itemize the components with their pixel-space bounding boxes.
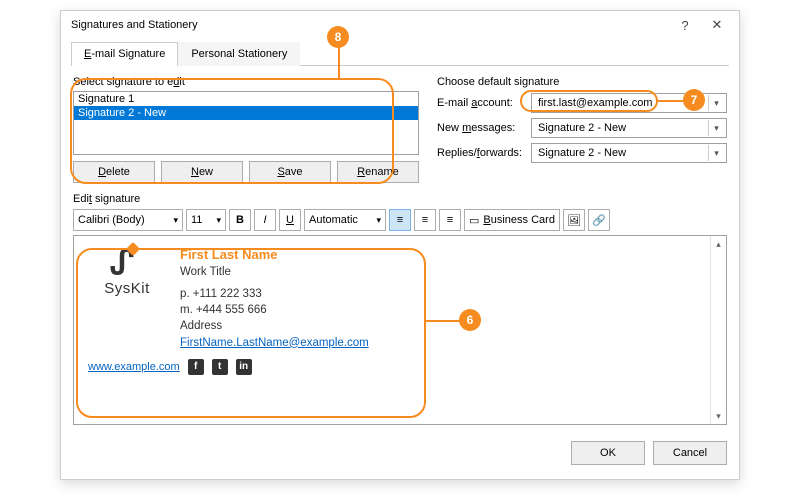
- replies-forwards-dropdown[interactable]: Signature 2 - New ▾: [531, 143, 727, 163]
- underline-button[interactable]: U: [279, 209, 301, 231]
- font-color-dropdown[interactable]: Automatic▾: [304, 209, 386, 231]
- edit-signature-label: Edit signature: [73, 193, 727, 205]
- sig-phone: p. +111 222 333: [180, 286, 369, 302]
- signature-listbox[interactable]: Signature 1 Signature 2 - New: [73, 91, 419, 155]
- chevron-down-icon: ▾: [376, 215, 381, 226]
- replies-forwards-value: Signature 2 - New: [538, 147, 626, 159]
- cancel-button[interactable]: Cancel: [653, 441, 727, 465]
- replies-forwards-label: Replies/forwards:: [437, 147, 525, 159]
- new-messages-value: Signature 2 - New: [538, 122, 626, 134]
- signature-editor[interactable]: ᔑ SysKit First Last Name Work Title p. +…: [73, 235, 727, 425]
- email-account-dropdown[interactable]: first.last@example.com ▾: [531, 93, 727, 113]
- sig-mobile: m. +444 555 666: [180, 302, 369, 318]
- signatures-dialog: Signatures and Stationery ? ✕ E-mail Sig…: [60, 10, 740, 480]
- select-signature-label: Select signature to edit: [73, 76, 419, 88]
- sig-email: FirstName.LastName@example.com: [180, 335, 369, 351]
- signature-list-item[interactable]: Signature 1: [74, 92, 418, 106]
- scroll-down-icon[interactable]: ▾: [711, 408, 726, 424]
- titlebar: Signatures and Stationery ? ✕: [61, 11, 739, 39]
- rename-button[interactable]: Rename: [337, 161, 419, 183]
- italic-button[interactable]: I: [254, 209, 276, 231]
- editor-toolbar: Calibri (Body)▾ 11▾ B I U Automatic▾ ≡ ≡…: [73, 209, 727, 231]
- facebook-icon[interactable]: f: [188, 359, 204, 375]
- dialog-footer: OK Cancel: [61, 435, 739, 471]
- insert-link-button[interactable]: 🔗: [588, 209, 610, 231]
- sig-web[interactable]: www.example.com: [88, 361, 180, 373]
- new-button[interactable]: New: [161, 161, 243, 183]
- font-size-dropdown[interactable]: 11▾: [186, 209, 226, 231]
- signature-text: First Last Name Work Title p. +111 222 3…: [180, 246, 369, 351]
- tab-email-signature[interactable]: E-mail Signature: [71, 42, 178, 66]
- new-messages-label: New messages:: [437, 122, 525, 134]
- chevron-down-icon: ▾: [708, 95, 724, 111]
- chevron-down-icon: ▾: [708, 120, 724, 136]
- close-icon[interactable]: ✕: [701, 17, 733, 33]
- dialog-title: Signatures and Stationery: [71, 19, 669, 31]
- brand-logo: ᔑ SysKit: [88, 246, 166, 351]
- save-button[interactable]: Save: [249, 161, 331, 183]
- tab-personal-stationery[interactable]: Personal Stationery: [178, 42, 300, 66]
- chevron-down-icon: ▾: [173, 215, 178, 226]
- sig-title: Work Title: [180, 264, 369, 280]
- bold-button[interactable]: B: [229, 209, 251, 231]
- twitter-icon[interactable]: t: [212, 359, 228, 375]
- align-right-button[interactable]: ≡: [439, 209, 461, 231]
- signature-links: www.example.com f t in: [88, 359, 712, 375]
- new-messages-dropdown[interactable]: Signature 2 - New ▾: [531, 118, 727, 138]
- signature-list-item[interactable]: Signature 2 - New: [74, 106, 418, 120]
- sig-address: Address: [180, 318, 369, 334]
- email-account-label: E-mail account:: [437, 97, 525, 109]
- chevron-down-icon: ▾: [708, 145, 724, 161]
- ok-button[interactable]: OK: [571, 441, 645, 465]
- align-center-button[interactable]: ≡: [414, 209, 436, 231]
- chevron-down-icon: ▾: [216, 215, 221, 226]
- signature-preview: ᔑ SysKit First Last Name Work Title p. +…: [88, 246, 712, 351]
- help-icon[interactable]: ?: [669, 18, 701, 33]
- default-signature-label: Choose default signature: [437, 76, 727, 88]
- editor-scrollbar[interactable]: ▴ ▾: [710, 236, 726, 424]
- delete-button[interactable]: Delete: [73, 161, 155, 183]
- sig-name: First Last Name: [180, 246, 369, 264]
- tab-strip: E-mail Signature Personal Stationery: [71, 41, 729, 66]
- font-family-dropdown[interactable]: Calibri (Body)▾: [73, 209, 183, 231]
- business-card-button[interactable]: ▭Business Card: [464, 209, 560, 231]
- align-left-button[interactable]: ≡: [389, 209, 411, 231]
- insert-picture-button[interactable]: 🖼: [563, 209, 585, 231]
- scroll-up-icon[interactable]: ▴: [711, 236, 726, 252]
- email-account-value: first.last@example.com: [538, 97, 652, 109]
- linkedin-icon[interactable]: in: [236, 359, 252, 375]
